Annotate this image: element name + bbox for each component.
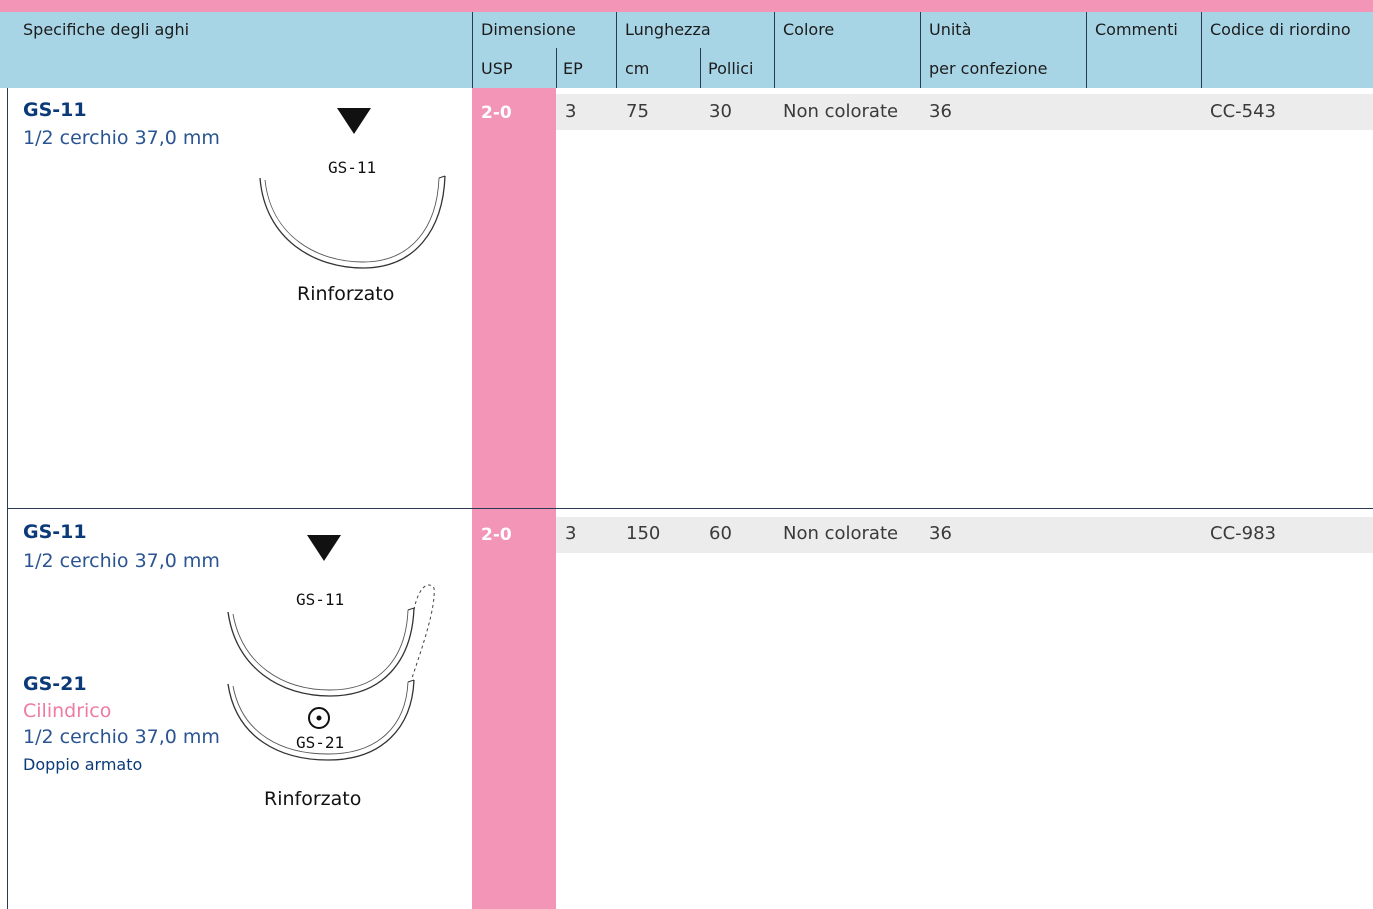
needle-code-2: GS-21 bbox=[23, 673, 87, 695]
header-divider bbox=[774, 12, 775, 88]
colore-value: Non colorate bbox=[783, 101, 899, 122]
table-left-border bbox=[7, 88, 8, 909]
usp-column-row1 bbox=[472, 88, 556, 508]
header-unita: Unità bbox=[929, 20, 972, 39]
header-usp: USP bbox=[481, 59, 513, 78]
header-divider bbox=[1201, 12, 1202, 88]
cm-value: 150 bbox=[626, 523, 661, 544]
header-per-confezione: per confezione bbox=[929, 59, 1048, 78]
top-accent-bar bbox=[0, 0, 1373, 12]
pollici-value: 30 bbox=[709, 101, 732, 122]
header-divider bbox=[920, 12, 921, 88]
pollici-value: 60 bbox=[709, 523, 732, 544]
usp-column-row2 bbox=[472, 509, 556, 909]
row-separator bbox=[7, 508, 1373, 509]
triangle-down-icon bbox=[307, 535, 341, 561]
header-codice: Codice di riordino bbox=[1210, 20, 1351, 39]
header-lunghezza: Lunghezza bbox=[625, 20, 711, 39]
unita-value: 36 bbox=[929, 523, 952, 544]
header-dimensione: Dimensione bbox=[481, 20, 576, 39]
unita-value: 36 bbox=[929, 101, 952, 122]
header-colore: Colore bbox=[783, 20, 835, 39]
circle-dot-icon bbox=[308, 707, 330, 729]
needle-caption: Rinforzato bbox=[264, 788, 362, 810]
header-specs: Specifiche degli aghi bbox=[23, 20, 190, 39]
needle-code: GS-11 bbox=[23, 99, 87, 121]
cm-value: 75 bbox=[626, 101, 649, 122]
needle-desc: 1/2 cerchio 37,0 mm bbox=[23, 550, 220, 572]
needle-desc: 1/2 cerchio 37,0 mm bbox=[23, 127, 220, 149]
needle-code: GS-11 bbox=[23, 521, 87, 543]
needle-desc-2: 1/2 cerchio 37,0 mm bbox=[23, 726, 220, 748]
header-divider bbox=[1086, 12, 1087, 88]
ep-value: 3 bbox=[565, 523, 577, 544]
header-commenti: Commenti bbox=[1095, 20, 1178, 39]
table-header: Specifiche degli aghi Dimensione USP EP … bbox=[0, 12, 1373, 88]
needle-label-2: GS-21 bbox=[296, 733, 345, 752]
header-divider bbox=[616, 12, 617, 88]
usp-value: 2-0 bbox=[481, 525, 512, 545]
needle-curve-image bbox=[259, 175, 446, 269]
header-pollici: Pollici bbox=[708, 59, 754, 78]
header-divider bbox=[700, 48, 701, 88]
colore-value: Non colorate bbox=[783, 523, 899, 544]
double-armed-label: Doppio armato bbox=[23, 755, 143, 774]
ep-value: 3 bbox=[565, 101, 577, 122]
header-divider bbox=[556, 48, 557, 88]
codice-value: CC-983 bbox=[1210, 523, 1276, 544]
needle-caption: Rinforzato bbox=[297, 283, 395, 305]
triangle-down-icon bbox=[337, 108, 371, 134]
usp-value: 2-0 bbox=[481, 103, 512, 123]
header-divider bbox=[472, 12, 473, 88]
header-cm: cm bbox=[625, 59, 650, 78]
needle-type: Cilindrico bbox=[23, 700, 112, 722]
codice-value: CC-543 bbox=[1210, 101, 1276, 122]
header-ep: EP bbox=[563, 59, 583, 78]
